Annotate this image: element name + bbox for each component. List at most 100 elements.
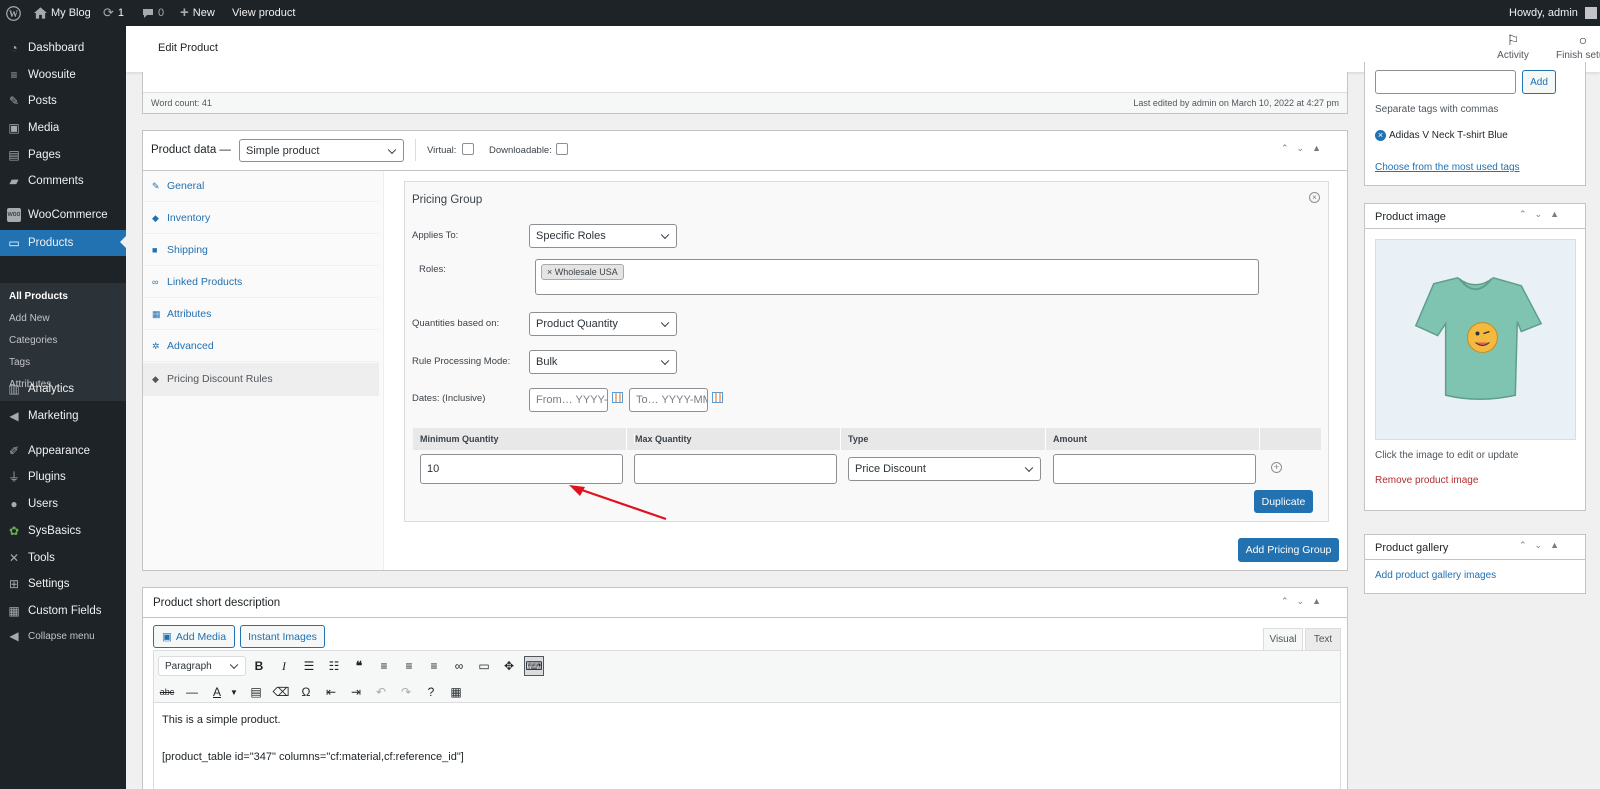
site-name-link[interactable]: My Blog [34, 0, 91, 26]
menu-item-custom-fields[interactable]: ▦ Custom Fields [0, 599, 126, 623]
bullet-list-icon[interactable]: ☰ [299, 656, 319, 676]
menu-item-settings[interactable]: ⊞ Settings [0, 572, 126, 596]
tab-text[interactable]: Text [1305, 628, 1341, 650]
help-icon[interactable]: ? [421, 682, 441, 702]
mode-select[interactable]: Bulk [529, 350, 677, 374]
add-pricing-group-button[interactable]: Add Pricing Group [1238, 538, 1339, 562]
date-to-input[interactable]: To… YYYY-MM-DD [629, 388, 708, 412]
rule-type-select[interactable]: Price Discount [848, 457, 1041, 481]
collapse-menu-button[interactable]: ◀ Collapse menu [0, 624, 126, 648]
tab-advanced[interactable]: ✲ Advanced [143, 331, 379, 362]
read-more-icon[interactable]: ▭ [474, 656, 494, 676]
menu-item-analytics[interactable]: ▥ Analytics [0, 377, 126, 401]
tab-inventory[interactable]: ◆ Inventory [143, 203, 379, 234]
virtual-checkbox[interactable] [462, 143, 474, 155]
instant-images-button[interactable]: Instant Images [240, 625, 325, 648]
add-media-button[interactable]: ▣ Add Media [153, 625, 235, 648]
menu-item-dashboard[interactable]: ◔ Dashboard [0, 36, 126, 60]
bold-icon[interactable]: B [249, 656, 269, 676]
new-tag-input[interactable] [1375, 70, 1516, 94]
box-controls[interactable]: ⌃⌄▲ [1519, 209, 1567, 220]
fullscreen-icon[interactable]: ✥ [499, 656, 519, 676]
menu-item-tools[interactable]: ✕ Tools [0, 546, 126, 570]
collapse-icon: ◀ [9, 629, 19, 643]
menu-item-products[interactable]: ▭ Products [0, 230, 126, 256]
duplicate-button[interactable]: Duplicate [1254, 490, 1313, 513]
table-icon[interactable]: ▦ [446, 682, 466, 702]
tab-pricing-discount-rules[interactable]: ◆ Pricing Discount Rules [143, 363, 379, 396]
remove-product-image-link[interactable]: Remove product image [1375, 475, 1478, 486]
box-controls[interactable]: ⌃⌄▲ [1281, 596, 1329, 607]
special-character-icon[interactable]: Ω [296, 682, 316, 702]
tab-attributes[interactable]: ▦ Attributes [143, 299, 379, 330]
new-content-link[interactable]: + New [180, 0, 215, 26]
add-gallery-images-link[interactable]: Add product gallery images [1375, 570, 1496, 581]
blockquote-icon[interactable]: ❝ [349, 656, 369, 676]
chevron-down-icon[interactable]: ▼ [224, 682, 244, 702]
applies-to-select[interactable]: Specific Roles [529, 224, 677, 248]
numbered-list-icon[interactable]: ☷ [324, 656, 344, 676]
format-select[interactable]: Paragraph [158, 656, 246, 676]
tab-linked-products[interactable]: ∞ Linked Products [143, 267, 379, 298]
submenu-categories[interactable]: Categories [9, 335, 57, 346]
close-group-icon[interactable]: × [1309, 192, 1320, 203]
add-tag-button[interactable]: Add [1522, 70, 1556, 94]
link-icon[interactable]: ∞ [449, 656, 469, 676]
tab-visual[interactable]: Visual [1263, 628, 1303, 650]
outdent-icon[interactable]: ⇤ [321, 682, 341, 702]
undo-icon[interactable]: ↶ [371, 682, 391, 702]
roles-multiselect[interactable]: × Wholesale USA [535, 259, 1259, 295]
amount-input[interactable] [1053, 454, 1256, 484]
most-used-tags-link[interactable]: Choose from the most used tags [1375, 162, 1520, 173]
editor-content[interactable]: This is a simple product. [product_table… [154, 704, 1340, 789]
calendar-icon[interactable] [612, 392, 623, 403]
updates-link[interactable]: ⟳ 1 [103, 0, 124, 26]
menu-item-plugins[interactable]: ⏚ Plugins [0, 465, 126, 489]
comments-link[interactable]: 0 [142, 0, 164, 26]
min-quantity-input[interactable]: 10 [420, 454, 623, 484]
tab-shipping[interactable]: ■ Shipping [143, 235, 379, 266]
activity-button[interactable]: ⚐ Activity [1478, 32, 1548, 61]
italic-icon[interactable]: I [274, 656, 294, 676]
menu-item-media[interactable]: ▣ Media [0, 116, 126, 140]
add-rule-icon[interactable]: + [1271, 462, 1282, 473]
submenu-tags[interactable]: Tags [9, 357, 30, 368]
box-controls[interactable]: ⌃⌄▲ [1281, 143, 1329, 154]
menu-item-posts[interactable]: ✎ Posts [0, 89, 126, 113]
max-quantity-input[interactable] [634, 454, 837, 484]
clear-formatting-icon[interactable]: ⌫ [271, 682, 291, 702]
finish-setup-button[interactable]: ○ Finish setup [1548, 32, 1600, 61]
toolbar-toggle-icon[interactable]: ⌨ [524, 656, 544, 676]
wordpress-logo-icon[interactable]: W [6, 0, 21, 26]
menu-item-pages[interactable]: ▤ Pages [0, 143, 126, 167]
menu-item-sysbasics[interactable]: ✿ SysBasics [0, 519, 126, 543]
paste-text-icon[interactable]: ▤ [246, 682, 266, 702]
downloadable-checkbox[interactable] [556, 143, 568, 155]
menu-item-appearance[interactable]: ✐ Appearance [0, 439, 126, 463]
align-center-icon[interactable]: ≡ [399, 656, 419, 676]
strikethrough-icon[interactable]: abc [157, 682, 177, 702]
date-from-input[interactable]: From… YYYY-MM-DD [529, 388, 608, 412]
view-product-link[interactable]: View product [232, 0, 295, 26]
menu-item-woosuite[interactable]: ≡ Woosuite [0, 63, 126, 87]
product-type-select[interactable]: Simple product [239, 139, 404, 162]
quantities-select[interactable]: Product Quantity [529, 312, 677, 336]
tab-general[interactable]: ✎ General [143, 171, 379, 202]
menu-item-marketing[interactable]: ◀ Marketing [0, 404, 126, 428]
horizontal-line-icon[interactable]: — [182, 682, 202, 702]
my-account-link[interactable]: Howdy, admin [1509, 0, 1597, 26]
indent-icon[interactable]: ⇥ [346, 682, 366, 702]
box-controls[interactable]: ⌃⌄▲ [1519, 540, 1567, 551]
redo-icon[interactable]: ↷ [396, 682, 416, 702]
menu-item-comments[interactable]: ▰ Comments [0, 169, 126, 193]
align-right-icon[interactable]: ≡ [424, 656, 444, 676]
calendar-icon[interactable] [712, 392, 723, 403]
role-tag-wholesale-usa[interactable]: × Wholesale USA [541, 264, 624, 280]
menu-item-woocommerce[interactable]: woo WooCommerce [0, 203, 126, 227]
submenu-all-products[interactable]: All Products [9, 291, 68, 302]
submenu-add-new[interactable]: Add New [9, 313, 50, 324]
remove-tag-icon[interactable]: × [1375, 130, 1386, 141]
menu-item-users[interactable]: ● Users [0, 492, 126, 516]
align-left-icon[interactable]: ≡ [374, 656, 394, 676]
product-image[interactable] [1375, 239, 1576, 440]
